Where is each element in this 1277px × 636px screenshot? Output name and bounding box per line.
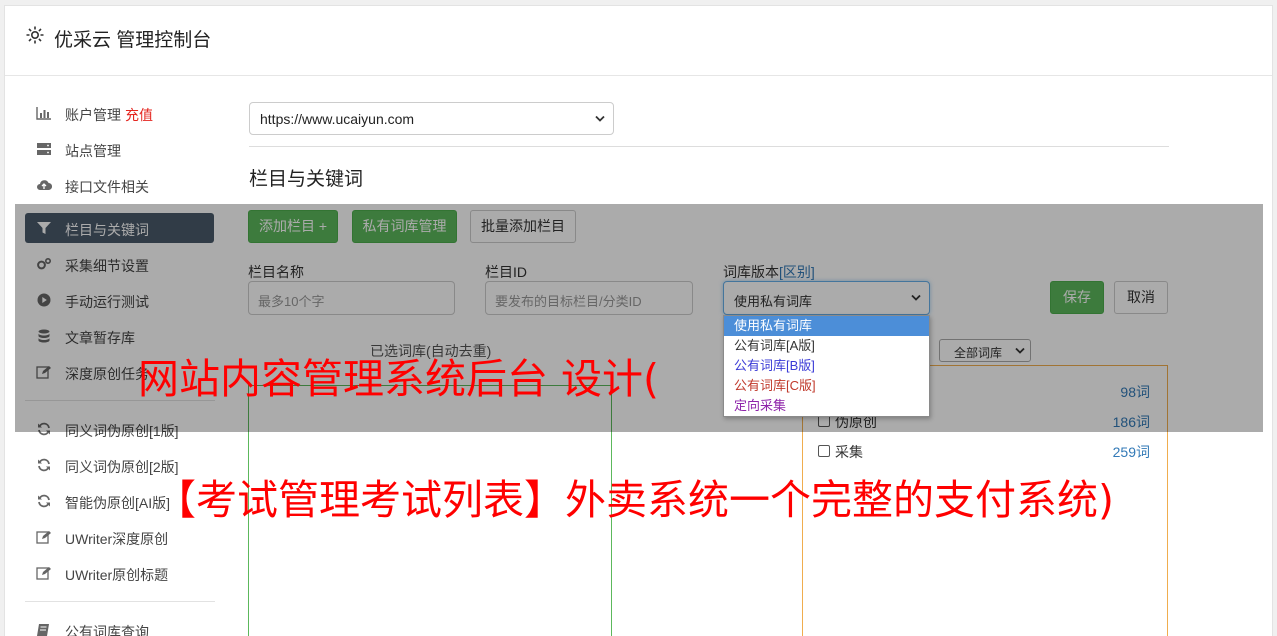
dropdown-option-public-b[interactable]: 公有词库[B版] [724, 356, 929, 376]
sidebar-item-label: 账户管理 [65, 107, 121, 123]
server-icon [37, 143, 51, 155]
site-select-value: https://www.ucaiyun.com [260, 111, 415, 127]
lexicon-count: 259词 [1112, 444, 1150, 460]
site-select[interactable]: https://www.ucaiyun.com [249, 102, 614, 135]
dropdown-option-private[interactable]: 使用私有词库 [724, 316, 929, 336]
divider [249, 146, 1169, 147]
cloud-upload-icon [37, 180, 52, 191]
sidebar-divider [25, 601, 215, 602]
lexicon-checkbox[interactable] [818, 445, 830, 457]
sidebar-item-label: 站点管理 [65, 143, 121, 159]
sidebar-item-uwriter-title[interactable]: UWriter原创标题 [25, 558, 214, 588]
watermark-line-2: 【考试管理考试列表】外卖系统一个完整的支付系统) [155, 476, 1114, 524]
bar-chart-icon [36, 107, 51, 120]
lexicon-version-dropdown: 使用私有词库 公有词库[A版] 公有词库[B版] 公有词库[C版] 定向采集 [723, 315, 930, 417]
chevron-down-icon [595, 115, 605, 122]
gear-icon [26, 26, 44, 44]
sidebar-item-label: UWriter深度原创 [65, 531, 169, 547]
sidebar-item-account[interactable]: 账户管理 充值 [25, 98, 214, 128]
dropdown-option-public-a[interactable]: 公有词库[A版] [724, 336, 929, 356]
dropdown-option-public-c[interactable]: 公有词库[C版] [724, 376, 929, 396]
refresh-icon [38, 458, 50, 472]
sidebar-item-label: UWriter原创标题 [65, 567, 169, 583]
edit-icon [36, 567, 51, 580]
dropdown-option-targeted[interactable]: 定向采集 [724, 396, 929, 416]
book-icon [37, 624, 49, 636]
sidebar-item-public-lexicon[interactable]: 公有词库查询 [25, 615, 214, 636]
edit-icon [36, 531, 51, 544]
lexicon-row[interactable]: 采集 259词 [818, 442, 1150, 462]
sidebar-item-interface[interactable]: 接口文件相关 [25, 170, 214, 200]
recharge-link[interactable]: 充值 [125, 107, 153, 123]
refresh-icon [38, 494, 50, 508]
section-title: 栏目与关键词 [249, 169, 364, 190]
sidebar-item-sites[interactable]: 站点管理 [25, 134, 214, 164]
app-title: 优采云 管理控制台 [54, 30, 212, 51]
sidebar-item-label: 接口文件相关 [65, 179, 149, 195]
watermark-line-1: 网站内容管理系统后台 设计( [138, 355, 660, 403]
sidebar-item-label: 公有词库查询 [65, 624, 149, 636]
top-bar: 优采云 管理控制台 [5, 6, 1272, 76]
lexicon-name: 采集 [835, 444, 863, 460]
sidebar-item-uwriter-deep[interactable]: UWriter深度原创 [25, 522, 214, 552]
